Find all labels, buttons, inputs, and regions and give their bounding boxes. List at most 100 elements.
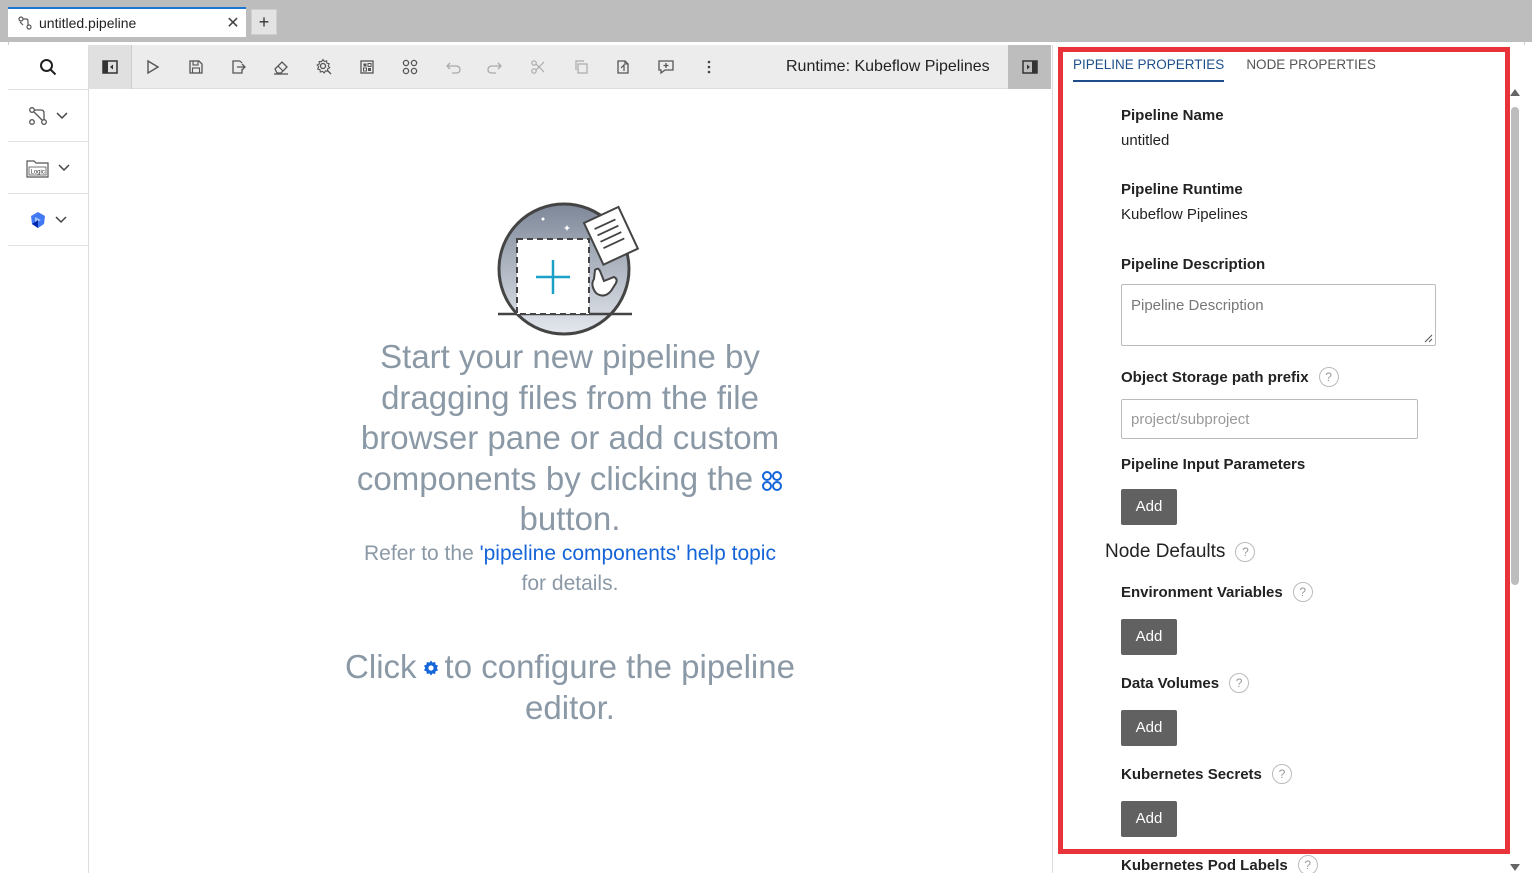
help-icon[interactable]: ? — [1271, 764, 1292, 784]
chevron-down-icon — [55, 215, 67, 223]
pipeline-description-field[interactable]: Pipeline Description — [1121, 284, 1436, 346]
pipeline-runtime-value: Kubeflow Pipelines — [1121, 206, 1248, 223]
export-pipeline-button[interactable] — [218, 45, 258, 89]
input-parameters-label: Pipeline Input Parameters — [1121, 456, 1306, 473]
tab-bar: untitled.pipeline ✕ + — [0, 0, 1532, 42]
export-icon — [232, 60, 246, 74]
help-icon[interactable]: ? — [1297, 855, 1318, 873]
search-icon — [40, 59, 57, 76]
cut-icon — [531, 60, 545, 74]
open-panel-button[interactable] — [347, 45, 387, 89]
settings-gear-icon — [316, 58, 332, 75]
palette-category-kubeflow[interactable] — [8, 194, 88, 246]
eraser-icon — [274, 61, 288, 75]
toggle-palette-button[interactable] — [89, 45, 132, 89]
close-icon[interactable]: ✕ — [220, 13, 246, 33]
logic-folder-icon: Logic — [26, 159, 49, 178]
scrollbar-thumb[interactable] — [1511, 107, 1519, 585]
play-icon — [147, 59, 160, 75]
tab-untitled-pipeline[interactable]: untitled.pipeline ✕ — [8, 7, 246, 37]
more-vertical-icon — [707, 60, 711, 74]
more-options-button[interactable] — [689, 45, 729, 89]
resize-handle-icon[interactable] — [1424, 334, 1433, 343]
properties-scrollbar[interactable] — [1509, 85, 1521, 873]
help-message: Refer to the 'pipeline components' help … — [279, 539, 861, 599]
add-kubernetes-secret-button[interactable]: Add — [1121, 801, 1177, 837]
pipeline-canvas[interactable]: Start your new pipeline by dragging file… — [89, 89, 1051, 873]
pipeline-nodes-icon — [29, 106, 47, 125]
toggle-properties-button[interactable] — [1008, 45, 1051, 89]
add-data-volume-button[interactable]: Add — [1121, 710, 1177, 746]
panel-left-icon — [102, 60, 118, 74]
copy-icon — [575, 60, 588, 74]
pipeline-toolbar: Runtime: Kubeflow Pipelines — [89, 45, 1051, 89]
save-pipeline-button[interactable] — [176, 45, 216, 89]
empty-main-after: button. — [519, 500, 621, 537]
clear-pipeline-button[interactable] — [261, 45, 301, 89]
new-tab-button[interactable]: + — [251, 9, 277, 35]
tab-title: untitled.pipeline — [39, 15, 137, 31]
empty-canvas-message: Start your new pipeline by dragging file… — [329, 337, 811, 540]
help-icon[interactable]: ? — [1229, 673, 1250, 693]
config-prefix: Click — [345, 648, 417, 685]
empty-main-text: Start your new pipeline by dragging file… — [356, 338, 780, 497]
palette-sidebar: Logic — [8, 45, 89, 873]
storage-prefix-placeholder: project/subproject — [1131, 411, 1250, 428]
help-icon[interactable]: ? — [1292, 582, 1313, 602]
pipeline-runtime-label: Pipeline Runtime — [1121, 181, 1243, 198]
help-suffix: for details. — [521, 572, 619, 595]
undo-button[interactable] — [433, 45, 473, 89]
node-defaults-title: Node Defaults? — [1105, 541, 1256, 563]
config-suffix: to configure the pipeline editor. — [444, 648, 795, 726]
search-button[interactable] — [8, 45, 88, 90]
copy-button[interactable] — [561, 45, 601, 89]
scroll-up-arrow-icon[interactable] — [1510, 89, 1520, 96]
components-grid-icon — [360, 60, 374, 74]
empty-pipeline-illustration — [497, 202, 640, 336]
kubernetes-secrets-label: Kubernetes Secrets? — [1121, 764, 1292, 784]
four-nodes-icon — [402, 59, 418, 75]
add-comment-button[interactable] — [646, 45, 686, 89]
kubeflow-icon — [31, 211, 45, 228]
storage-prefix-input[interactable]: project/subproject — [1121, 399, 1418, 439]
properties-panel: PIPELINE PROPERTIES NODE PROPERTIES Pipe… — [1052, 45, 1525, 873]
add-component-button[interactable] — [390, 45, 430, 89]
gear-icon[interactable] — [423, 660, 439, 676]
properties-tabs: PIPELINE PROPERTIES NODE PROPERTIES — [1073, 57, 1376, 82]
comment-icon — [658, 60, 674, 75]
redo-icon — [487, 62, 502, 74]
paste-button[interactable] — [603, 45, 643, 89]
environment-variables-label: Environment Variables? — [1121, 582, 1313, 602]
svg-text:Logic: Logic — [31, 169, 45, 175]
chevron-down-icon — [56, 111, 68, 119]
save-icon — [189, 60, 203, 74]
chevron-down-icon — [58, 163, 70, 171]
pipeline-icon — [18, 16, 32, 30]
runtime-label: Runtime: Kubeflow Pipelines — [786, 58, 990, 75]
cut-button[interactable] — [518, 45, 558, 89]
help-prefix: Refer to the — [364, 542, 474, 565]
palette-category-generic[interactable] — [8, 90, 88, 142]
tab-node-properties[interactable]: NODE PROPERTIES — [1246, 57, 1376, 82]
pipeline-description-label: Pipeline Description — [1121, 256, 1266, 273]
undo-icon — [446, 62, 461, 74]
run-pipeline-button[interactable] — [133, 45, 173, 89]
pipeline-name-label: Pipeline Name — [1121, 107, 1224, 124]
kubernetes-pod-labels-label: Kubernetes Pod Labels? — [1121, 855, 1318, 873]
paste-icon — [617, 60, 629, 74]
scroll-down-arrow-icon[interactable] — [1510, 864, 1520, 871]
help-icon[interactable]: ? — [1318, 367, 1339, 387]
pipeline-description-placeholder: Pipeline Description — [1131, 297, 1264, 314]
configure-message: Click to configure the pipeline editor. — [329, 646, 811, 728]
panel-right-icon — [1021, 60, 1038, 74]
runtime-settings-button[interactable] — [304, 45, 344, 89]
add-input-parameter-button[interactable]: Add — [1121, 489, 1177, 525]
data-volumes-label: Data Volumes? — [1121, 673, 1250, 693]
storage-prefix-label: Object Storage path prefix? — [1121, 367, 1339, 387]
redo-button[interactable] — [475, 45, 515, 89]
pipeline-components-help-link[interactable]: 'pipeline components' help topic — [480, 542, 776, 565]
add-environment-variable-button[interactable]: Add — [1121, 619, 1177, 655]
palette-category-logic[interactable]: Logic — [8, 142, 88, 194]
help-icon[interactable]: ? — [1235, 542, 1256, 562]
tab-pipeline-properties[interactable]: PIPELINE PROPERTIES — [1073, 57, 1225, 82]
